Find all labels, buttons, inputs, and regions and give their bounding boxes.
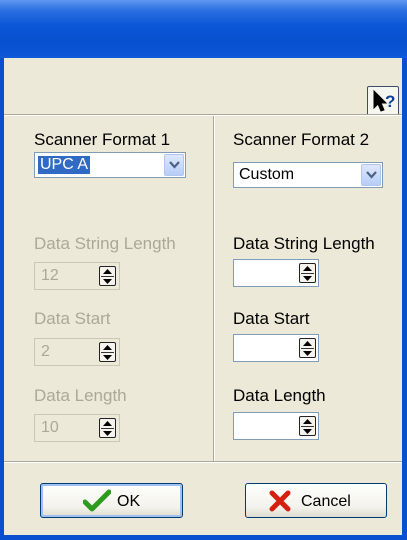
data-length-2-spinner[interactable]: [233, 412, 319, 440]
data-start-2-spinner[interactable]: [233, 334, 319, 362]
data-string-length-2-spinner[interactable]: [233, 259, 319, 287]
chevron-up-icon: [303, 341, 312, 346]
data-string-length-1-spinner[interactable]: 12: [34, 262, 120, 290]
chevron-down-icon: [303, 276, 312, 281]
window-frame-right: [402, 58, 407, 540]
scanner-format-1-heading: Scanner Format 1: [34, 130, 171, 149]
data-length-1-spinner[interactable]: 10: [34, 414, 120, 442]
top-divider: [4, 114, 402, 116]
chevron-down-icon: [103, 279, 112, 284]
bottom-divider: [4, 461, 402, 463]
chevron-down-icon: [366, 171, 377, 179]
x-icon: [269, 490, 291, 512]
chevron-down-icon: [103, 431, 112, 436]
ok-button[interactable]: OK: [40, 483, 183, 518]
spin-arrows[interactable]: [299, 338, 316, 358]
data-string-length-1-value: 12: [41, 267, 59, 284]
chevron-down-icon: [303, 429, 312, 434]
scanner-format-2-value: Custom: [239, 166, 295, 183]
cancel-button-label: Cancel: [301, 493, 351, 510]
scanner-format-1-value: UPC A: [38, 156, 91, 174]
data-string-length-1-label: Data String Length: [34, 234, 176, 253]
checkmark-icon: [83, 489, 111, 512]
data-length-2-label: Data Length: [233, 386, 326, 405]
window-frame-left: [0, 58, 4, 540]
spin-arrows[interactable]: [99, 266, 116, 286]
column-divider: [213, 116, 215, 462]
scanner-format-2-select[interactable]: Custom: [233, 162, 383, 188]
chevron-down-icon: [103, 355, 112, 360]
help-button[interactable]: ?: [367, 86, 399, 116]
help-pointer-icon: ?: [373, 89, 395, 112]
chevron-up-icon: [303, 419, 312, 424]
title-bar[interactable]: [0, 0, 407, 58]
chevron-down-icon: [303, 351, 312, 356]
data-length-1-value: 10: [41, 419, 59, 436]
dropdown-button[interactable]: [164, 154, 184, 176]
data-string-length-2-label: Data String Length: [233, 234, 375, 253]
spin-arrows[interactable]: [99, 418, 116, 438]
window-frame-bottom: [0, 535, 407, 540]
dropdown-button[interactable]: [361, 164, 381, 186]
chevron-up-icon: [103, 269, 112, 274]
data-start-1-label: Data Start: [34, 309, 111, 328]
cancel-button[interactable]: Cancel: [245, 483, 387, 518]
data-length-1-label: Data Length: [34, 386, 127, 405]
data-start-1-spinner[interactable]: 2: [34, 338, 120, 366]
data-start-2-label: Data Start: [233, 309, 310, 328]
svg-text:?: ?: [385, 92, 395, 111]
scanner-format-1-select[interactable]: UPC A: [34, 152, 186, 178]
chevron-up-icon: [103, 421, 112, 426]
data-start-1-value: 2: [41, 343, 50, 360]
spin-arrows[interactable]: [299, 416, 316, 436]
chevron-up-icon: [303, 266, 312, 271]
ok-button-label: OK: [117, 493, 141, 510]
chevron-down-icon: [169, 161, 180, 169]
chevron-up-icon: [103, 345, 112, 350]
scanner-format-2-heading: Scanner Format 2: [233, 130, 370, 149]
spin-arrows[interactable]: [299, 263, 316, 283]
spin-arrows[interactable]: [99, 342, 116, 362]
